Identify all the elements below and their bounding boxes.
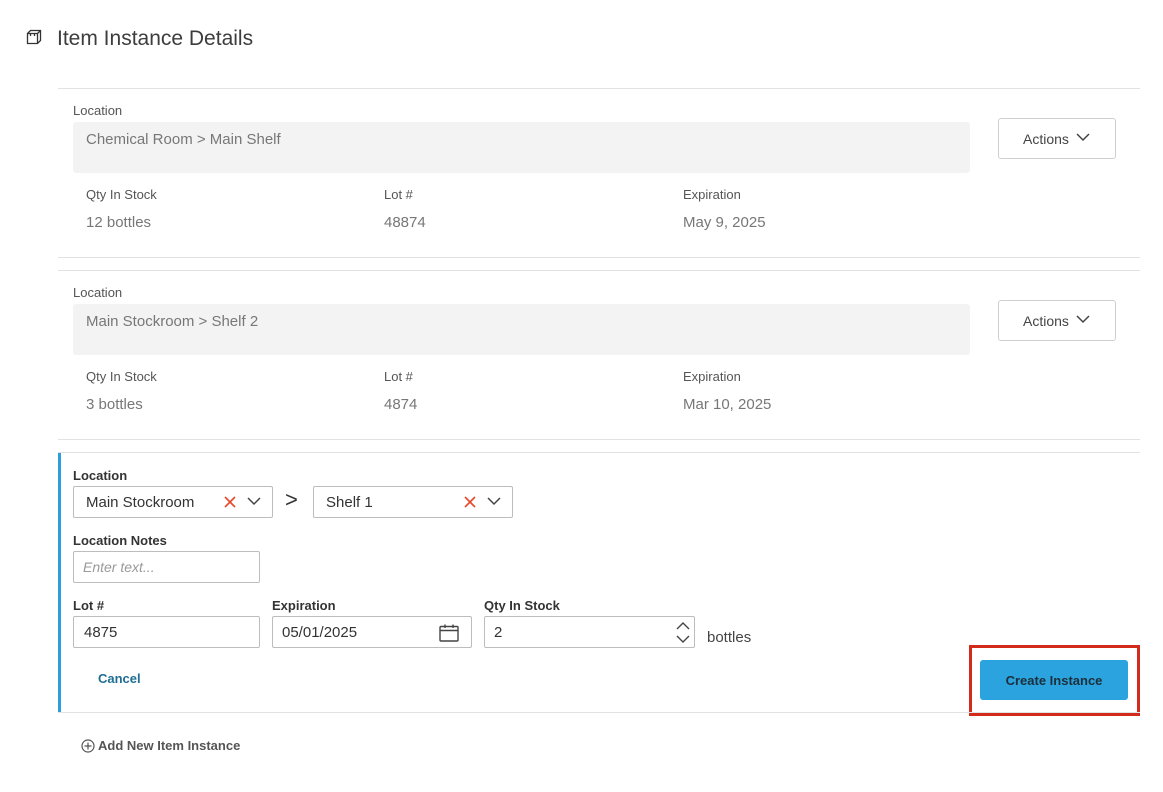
actions-button[interactable]: Actions bbox=[998, 118, 1116, 159]
cancel-button[interactable]: Cancel bbox=[98, 671, 141, 686]
divider bbox=[58, 712, 1140, 713]
divider bbox=[58, 88, 1140, 89]
qty-stepper[interactable]: 2 bbox=[484, 616, 695, 648]
divider bbox=[58, 452, 1140, 453]
qty-value: 3 bottles bbox=[86, 396, 143, 413]
chevron-down-icon[interactable] bbox=[676, 635, 690, 643]
qty-label: Qty In Stock bbox=[86, 369, 157, 384]
location-notes-label: Location Notes bbox=[73, 533, 167, 548]
location-label: Location bbox=[73, 103, 123, 118]
location-display: Main Stockroom > Shelf 2 bbox=[73, 304, 970, 355]
edit-indicator-bar bbox=[58, 453, 61, 713]
qty-label: Qty In Stock bbox=[484, 598, 560, 613]
expiration-label: Expiration bbox=[683, 187, 741, 202]
lot-label: Lot # bbox=[384, 187, 413, 202]
qty-value: 12 bottles bbox=[86, 214, 152, 231]
qty-label: Qty In Stock bbox=[86, 187, 157, 202]
qty-input-value: 2 bbox=[494, 624, 503, 641]
clear-icon[interactable] bbox=[223, 495, 237, 509]
lot-input[interactable]: 4875 bbox=[73, 616, 260, 648]
divider bbox=[58, 439, 1140, 440]
box-icon bbox=[26, 29, 42, 45]
location-separator: > bbox=[285, 487, 298, 512]
chevron-down-icon[interactable] bbox=[487, 497, 501, 506]
expiration-value: May 9, 2025 bbox=[683, 214, 766, 231]
chevron-down-icon bbox=[1076, 315, 1090, 324]
clear-icon[interactable] bbox=[463, 495, 477, 509]
location-notes-placeholder: Enter text... bbox=[83, 559, 155, 575]
chevron-down-icon bbox=[1076, 133, 1090, 142]
form-location-label: Location bbox=[73, 468, 128, 483]
expiration-date-input[interactable]: 05/01/2025 bbox=[272, 616, 472, 648]
lot-input-value: 4875 bbox=[84, 624, 118, 641]
actions-label: Actions bbox=[1023, 313, 1069, 329]
location-label: Location bbox=[73, 285, 123, 300]
location-primary-select[interactable]: Main Stockroom bbox=[73, 486, 273, 518]
chevron-down-icon[interactable] bbox=[247, 497, 261, 506]
location-value: Chemical Room > Main Shelf bbox=[86, 131, 281, 148]
lot-value: 48874 bbox=[384, 214, 426, 231]
add-new-item-instance-link[interactable]: Add New Item Instance bbox=[81, 738, 240, 753]
location-display: Chemical Room > Main Shelf bbox=[73, 122, 970, 173]
location-value: Main Stockroom > Shelf 2 bbox=[86, 313, 259, 330]
page-title: Item Instance Details bbox=[57, 27, 254, 50]
plus-circle-icon bbox=[81, 739, 95, 753]
lot-label: Lot # bbox=[73, 598, 105, 613]
expiration-label: Expiration bbox=[272, 598, 336, 613]
location-secondary-value: Shelf 1 bbox=[326, 494, 373, 511]
qty-unit: bottles bbox=[707, 629, 752, 646]
highlight-box bbox=[969, 645, 1140, 716]
location-primary-value: Main Stockroom bbox=[86, 494, 195, 511]
divider bbox=[58, 270, 1140, 271]
expiration-input-value: 05/01/2025 bbox=[282, 624, 358, 641]
expiration-value: Mar 10, 2025 bbox=[683, 396, 772, 413]
divider bbox=[58, 257, 1140, 258]
lot-value: 4874 bbox=[384, 396, 418, 413]
chevron-up-icon[interactable] bbox=[676, 622, 690, 630]
location-notes-input[interactable]: Enter text... bbox=[73, 551, 260, 583]
actions-button[interactable]: Actions bbox=[998, 300, 1116, 341]
location-secondary-select[interactable]: Shelf 1 bbox=[313, 486, 513, 518]
add-new-label: Add New Item Instance bbox=[98, 738, 241, 753]
actions-label: Actions bbox=[1023, 131, 1069, 147]
calendar-icon[interactable] bbox=[439, 624, 459, 642]
expiration-label: Expiration bbox=[683, 369, 741, 384]
lot-label: Lot # bbox=[384, 369, 413, 384]
